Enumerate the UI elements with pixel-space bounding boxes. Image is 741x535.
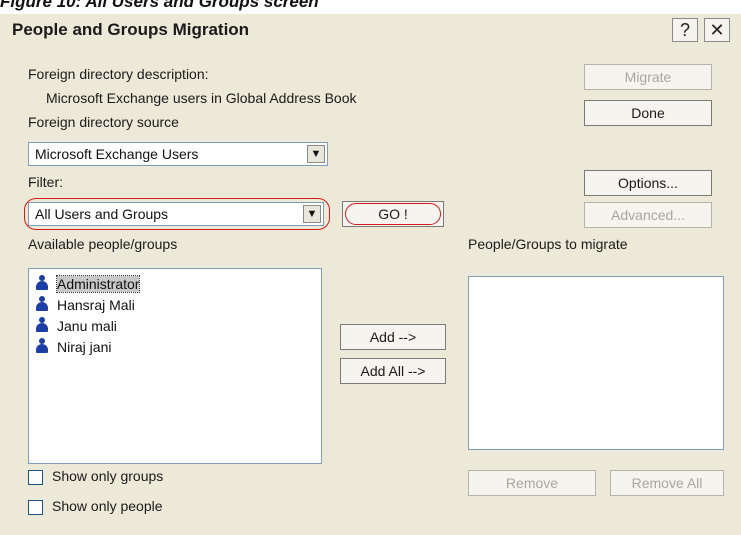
show-only-people-label: Show only people: [52, 498, 163, 514]
page: Figure 10: All Users and Groups screen P…: [0, 0, 741, 535]
filter-combo-value: All Users and Groups: [35, 206, 169, 222]
close-button[interactable]: ✕: [704, 18, 730, 42]
list-item[interactable]: Janu mali: [35, 317, 117, 337]
show-only-groups-label: Show only groups: [52, 468, 164, 484]
user-icon: [35, 296, 49, 312]
people-groups-migration-dialog: People and Groups Migration ? ✕ Foreign …: [0, 14, 741, 535]
migrate-button[interactable]: Migrate: [584, 64, 712, 90]
foreign-directory-description-label: Foreign directory description:: [28, 66, 209, 82]
available-people-groups-label: Available people/groups: [28, 236, 178, 252]
people-groups-to-migrate-label: People/Groups to migrate: [468, 236, 628, 252]
show-only-groups-checkbox[interactable]: [28, 470, 43, 485]
available-people-groups-list[interactable]: Administrator Hansraj Mali Janu mali Nir…: [28, 268, 322, 464]
list-item[interactable]: Niraj jani: [35, 338, 111, 358]
filter-combo[interactable]: All Users and Groups ▼: [28, 202, 324, 226]
user-icon: [35, 275, 49, 291]
list-item-label: Janu mali: [57, 318, 117, 334]
source-combo-value: Microsoft Exchange Users: [35, 146, 199, 162]
advanced-button[interactable]: Advanced...: [584, 202, 712, 228]
people-groups-to-migrate-list[interactable]: [468, 276, 724, 450]
options-button[interactable]: Options...: [584, 170, 712, 196]
chevron-down-icon[interactable]: ▼: [307, 145, 325, 163]
dialog-title: People and Groups Migration: [12, 20, 250, 39]
figure-caption: Figure 10: All Users and Groups screen: [0, 0, 319, 11]
filter-label: Filter:: [28, 174, 63, 190]
list-item[interactable]: Administrator: [35, 275, 141, 295]
help-button[interactable]: ?: [672, 18, 698, 42]
list-item[interactable]: Hansraj Mali: [35, 296, 135, 316]
foreign-directory-source-combo[interactable]: Microsoft Exchange Users ▼: [28, 142, 328, 166]
user-icon: [35, 338, 49, 354]
chevron-down-icon[interactable]: ▼: [303, 205, 321, 223]
done-button[interactable]: Done: [584, 100, 712, 126]
list-item-label: Niraj jani: [57, 339, 112, 355]
remove-all-button[interactable]: Remove All: [610, 470, 724, 496]
title-bar: People and Groups Migration ? ✕: [0, 14, 741, 50]
add-all-button[interactable]: Add All -->: [340, 358, 446, 384]
list-item-label: Hansraj Mali: [57, 297, 135, 313]
remove-button[interactable]: Remove: [468, 470, 596, 496]
go-button[interactable]: GO !: [342, 201, 444, 227]
foreign-directory-description-value: Microsoft Exchange users in Global Addre…: [46, 90, 357, 106]
user-icon: [35, 317, 49, 333]
list-item-label: Administrator: [55, 275, 141, 293]
foreign-directory-source-label: Foreign directory source: [28, 114, 179, 130]
add-button[interactable]: Add -->: [340, 324, 446, 350]
show-only-people-checkbox[interactable]: [28, 500, 43, 515]
